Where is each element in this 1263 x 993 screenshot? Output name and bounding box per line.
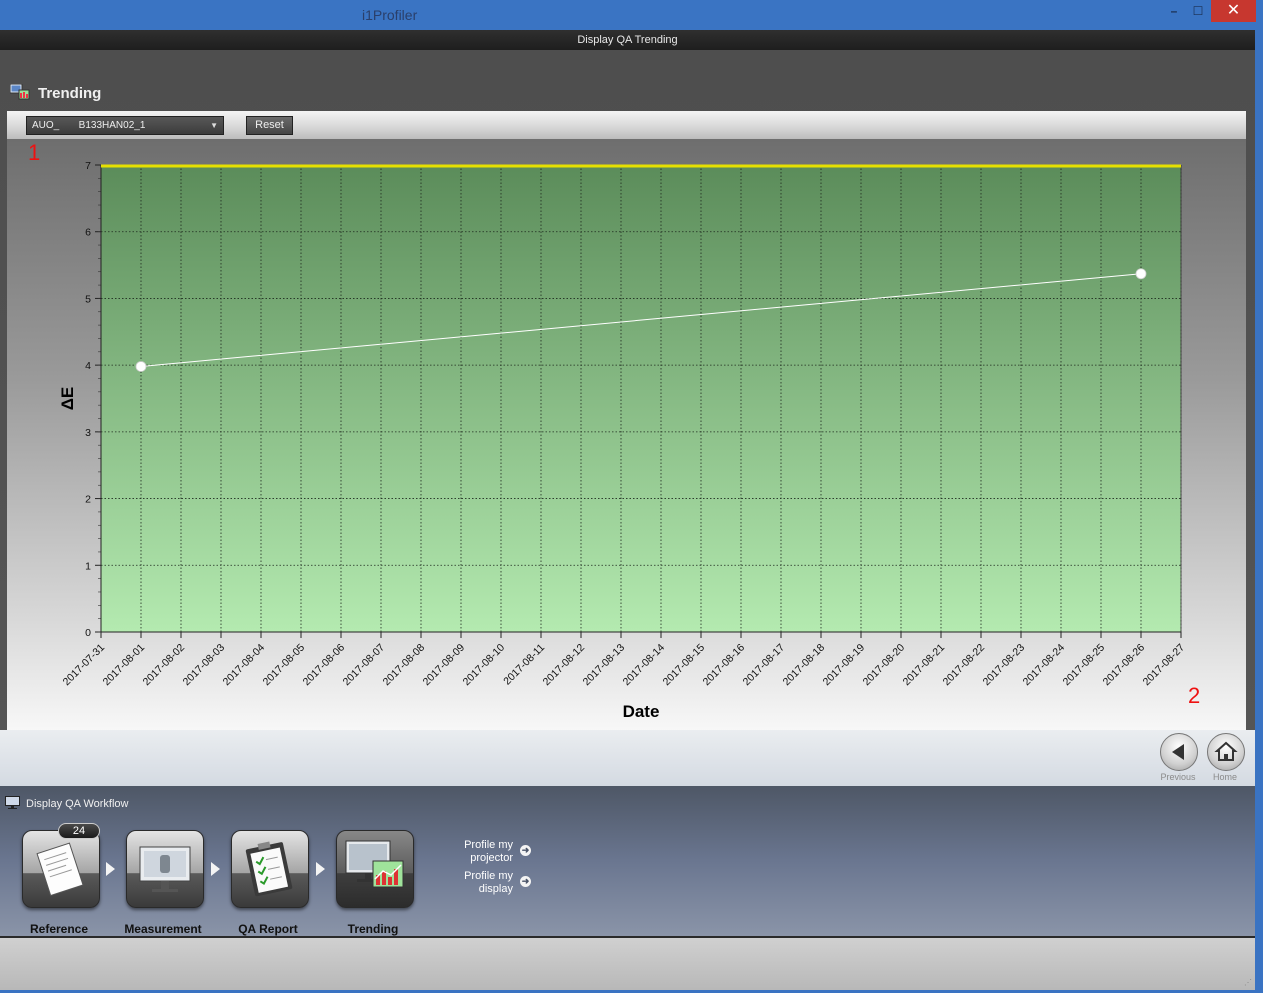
y-tick-label: 2 [85, 494, 91, 506]
title-bar: i1Profiler – ☐ ✕ [0, 0, 1263, 30]
x-tick-label: 2017-08-02 [141, 642, 188, 689]
trending-toolbar: AUO_ B133HAN02_1 ▼ Reset [7, 111, 1246, 139]
workflow-panel: Display QA Workflow 24 Reference Measure… [0, 786, 1255, 936]
step-trending-label: Trending [347, 922, 399, 936]
x-tick-label: 2017-08-23 [981, 642, 1028, 689]
minimize-button[interactable]: – [1162, 0, 1186, 22]
measurement-monitor-icon [139, 846, 191, 892]
profile-display-line1: Profile my [464, 870, 513, 882]
x-tick-label: 2017-08-27 [1141, 642, 1188, 689]
step-reference-button[interactable] [22, 830, 100, 908]
previous-label: Previous [1160, 772, 1196, 782]
step-measurement-button[interactable] [126, 830, 204, 908]
y-tick-label: 0 [85, 627, 91, 639]
x-tick-label: 2017-08-18 [781, 642, 828, 689]
section-subtitle: Display QA Trending [0, 30, 1255, 50]
step-arrow-icon [106, 862, 115, 876]
x-tick-label: 2017-08-01 [101, 642, 148, 689]
x-tick-label: 2017-08-04 [221, 642, 268, 689]
plot-area [101, 165, 1181, 632]
x-tick-label: 2017-08-21 [901, 642, 948, 689]
x-tick-label: 2017-08-25 [1061, 642, 1108, 689]
home-icon [1214, 741, 1238, 761]
y-tick-label: 3 [85, 427, 91, 439]
profile-projector-link[interactable]: Profile my projector [450, 839, 513, 865]
step-qa-report-label: QA Report [238, 922, 298, 936]
chevron-down-icon: ▼ [210, 121, 218, 130]
trend-chart: 2017-07-312017-08-012017-08-022017-08-03… [58, 160, 1188, 721]
data-point [1135, 268, 1147, 280]
maximize-button[interactable]: ☐ [1186, 0, 1210, 22]
x-tick-label: 2017-08-24 [1021, 642, 1068, 689]
chart-panel: 2017-07-31 2017-08-01 2017-08-02 2017-08-03… [7, 139, 1246, 739]
x-tick-label: 2017-08-17 [741, 642, 788, 689]
reset-button[interactable]: Reset [246, 116, 293, 135]
window-border [1255, 30, 1263, 993]
home-label: Home [1212, 772, 1237, 782]
y-tick-label: 4 [85, 360, 91, 372]
x-tick-label: 2017-08-09 [421, 642, 468, 689]
x-tick-label: 2017-08-06 [301, 642, 348, 689]
navigation-bar: Previous Home [0, 730, 1255, 786]
x-tick-label: 2017-08-13 [581, 642, 628, 689]
profile-display-line2: display [478, 883, 513, 895]
step-trending-button[interactable] [336, 830, 414, 908]
status-bar: ⋰ [0, 936, 1255, 990]
x-tick-label: 2017-08-03 [181, 642, 228, 689]
annotation-marker-2: 2 [1188, 683, 1201, 708]
x-tick-label: 2017-08-14 [621, 642, 668, 689]
previous-button[interactable] [1160, 733, 1198, 771]
monitor-chart-icon [10, 84, 30, 100]
step-measurement-label: Measurement [124, 922, 202, 936]
x-tick-label: 2017-08-26 [1101, 642, 1148, 689]
profile-display-link[interactable]: Profile my display [450, 870, 513, 896]
arrow-right-circle-icon[interactable]: ➜ [520, 845, 531, 856]
document-icon [36, 842, 84, 897]
home-button[interactable] [1207, 733, 1245, 771]
app-window: i1Profiler – ☐ ✕ Display QA Trending Tre… [0, 0, 1263, 993]
trending-area: Trending AUO_ B133HAN02_1 ▼ Reset 2017-0… [0, 50, 1255, 739]
clipboard-check-icon [245, 841, 293, 897]
x-tick-label: 2017-08-05 [261, 642, 308, 689]
client-area: Display QA Trending Trending AUO_ B133HA… [0, 30, 1255, 990]
trending-chart-icon [345, 840, 404, 888]
y-axis-label: ΔE [58, 387, 77, 411]
page-title: Trending [38, 85, 102, 102]
y-tick-label: 5 [85, 293, 91, 305]
step-qa-report-button[interactable] [231, 830, 309, 908]
display-select[interactable]: AUO_ B133HAN02_1 ▼ [26, 116, 224, 135]
x-tick-label: 2017-08-22 [941, 642, 988, 689]
x-tick-label: 2017-08-16 [701, 642, 748, 689]
x-tick-label: 2017-08-19 [821, 642, 868, 689]
x-tick-label: 2017-08-07 [341, 642, 388, 689]
x-tick-label: 2017-08-12 [541, 642, 588, 689]
monitor-icon [5, 796, 20, 809]
annotation-marker-1: 1 [28, 140, 41, 165]
x-axis-label: Date [623, 702, 660, 721]
y-tick-label: 1 [85, 560, 91, 572]
display-select-value: AUO_ B133HAN02_1 [32, 120, 146, 131]
workflow-title: Display QA Workflow [26, 798, 129, 810]
y-tick-label: 7 [85, 160, 91, 172]
data-point [135, 361, 147, 372]
step-reference-label: Reference [29, 922, 89, 936]
profile-projector-line1: Profile my [464, 839, 513, 851]
step-arrow-icon [211, 862, 220, 876]
x-tick-label: 2017-08-20 [861, 642, 908, 689]
x-tick-label: 2017-08-10 [461, 642, 508, 689]
reference-count-badge: 24 [58, 823, 100, 839]
window-title: i1Profiler [362, 7, 418, 23]
resize-grip-icon[interactable]: ⋰ [1244, 978, 1252, 987]
close-button[interactable]: ✕ [1211, 0, 1256, 22]
arrow-left-icon [1172, 744, 1184, 760]
profile-projector-line2: projector [470, 852, 513, 864]
step-arrow-icon [316, 862, 325, 876]
arrow-right-circle-icon[interactable]: ➜ [520, 876, 531, 887]
x-tick-label: 2017-08-15 [661, 642, 708, 689]
x-tick-label: 2017-08-08 [381, 642, 428, 689]
x-tick-label: 2017-07-31 [61, 642, 108, 689]
y-tick-label: 6 [85, 227, 91, 239]
